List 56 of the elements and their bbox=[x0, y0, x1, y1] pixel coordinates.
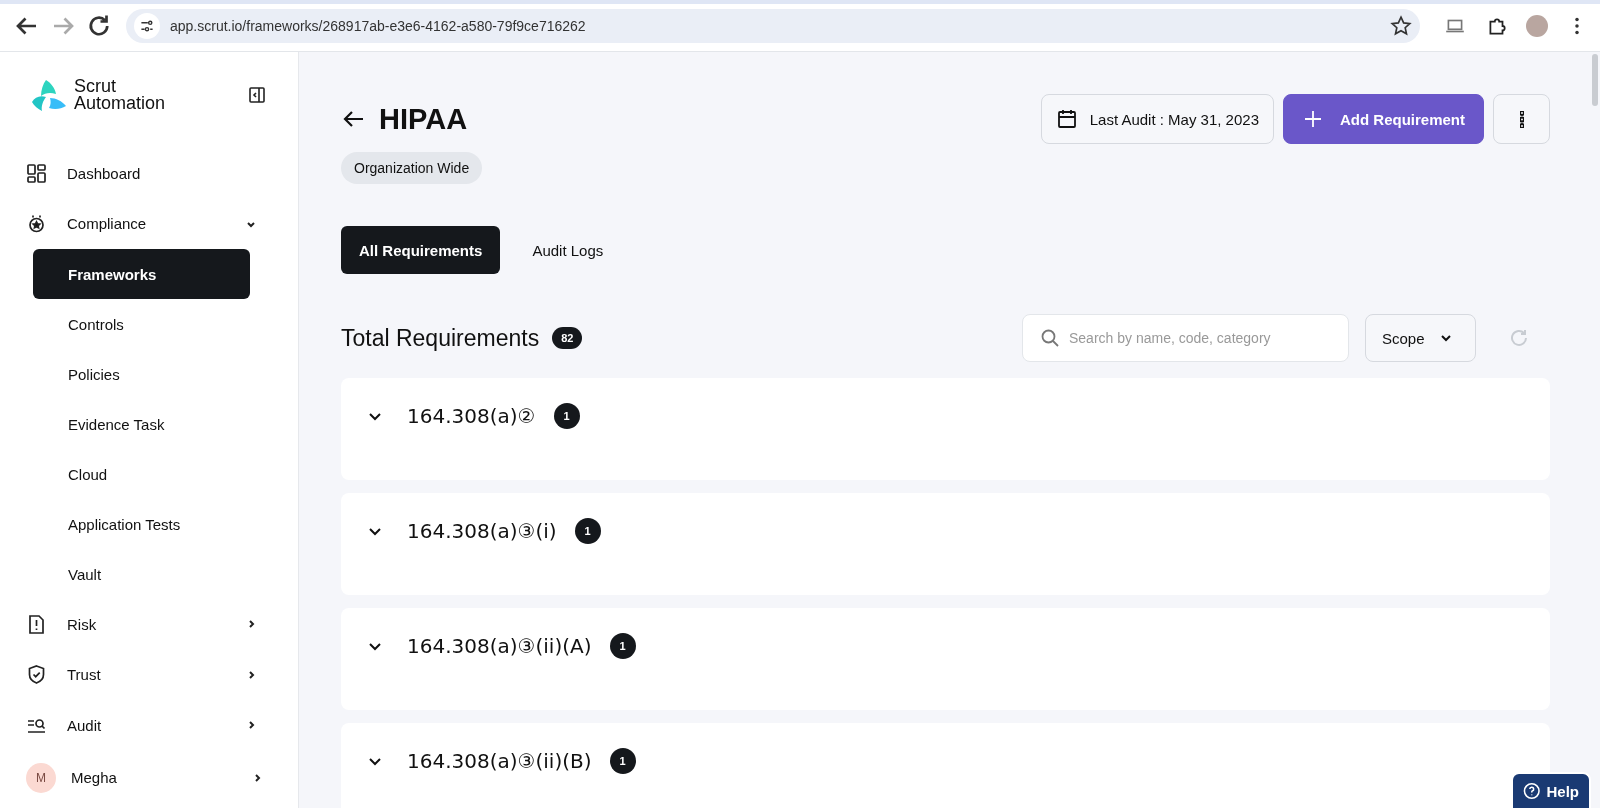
star-icon[interactable] bbox=[1390, 14, 1412, 37]
last-audit-button[interactable]: Last Audit : May 31, 2023 bbox=[1040, 94, 1274, 144]
sidebar-subitem[interactable]: Frameworks bbox=[33, 249, 250, 299]
scope-dropdown[interactable]: Scope bbox=[1365, 314, 1476, 362]
url-text: app.scrut.io/frameworks/268917ab-e3e6-4162-a580-79f9ce716262 bbox=[170, 17, 587, 34]
sidebar-item[interactable]: Audit bbox=[67, 716, 246, 734]
sidebar-subitem[interactable]: Cloud bbox=[33, 449, 250, 499]
sidebar-subitem[interactable]: Policies bbox=[33, 349, 250, 399]
sidebar-subitem[interactable]: Application Tests bbox=[33, 499, 250, 549]
requirement-card[interactable]: 164.308(a)③(ii)(A) 1 bbox=[341, 608, 1550, 710]
search-field[interactable]: Search by name, code, category bbox=[1022, 314, 1349, 362]
brand-name: Scrut Automation bbox=[74, 78, 167, 112]
help-icon bbox=[1523, 782, 1541, 800]
chevron-icon bbox=[252, 772, 262, 783]
user-avatar[interactable]: M bbox=[26, 762, 56, 793]
shield-icon bbox=[26, 664, 47, 686]
address-bar[interactable]: app.scrut.io/frameworks/268917ab-e3e6-4162-a580-79f9ce716262 bbox=[126, 8, 1420, 43]
help-button[interactable]: Help bbox=[1511, 772, 1591, 808]
sidebar-item[interactable]: Trust bbox=[67, 666, 246, 684]
sidebar-item[interactable]: Risk bbox=[67, 615, 246, 633]
sidebar-subitem[interactable]: Vault bbox=[33, 549, 250, 599]
more-icon bbox=[1519, 110, 1524, 128]
count-badge: 1 bbox=[553, 403, 580, 429]
page-title: HIPAA bbox=[379, 102, 468, 136]
chevron-icon bbox=[246, 720, 256, 731]
alert-icon bbox=[26, 613, 47, 635]
requirement-code: 164.308(a)② bbox=[407, 404, 536, 428]
section-title: Total Requirements bbox=[341, 324, 540, 352]
chevron-icon bbox=[246, 669, 256, 680]
count-badge: 82 bbox=[552, 327, 583, 349]
sidebar-subitem[interactable]: Evidence Task bbox=[33, 399, 250, 449]
add-requirement-button[interactable]: Add Requirement bbox=[1283, 94, 1484, 144]
sidebar-subitem[interactable]: Controls bbox=[33, 299, 250, 349]
sidebar-item[interactable]: Dashboard bbox=[67, 164, 256, 182]
tab[interactable]: Audit Logs bbox=[514, 226, 622, 274]
calendar-icon bbox=[1055, 108, 1078, 130]
user-name[interactable]: Megha bbox=[71, 769, 252, 786]
grid-icon bbox=[26, 162, 47, 184]
plus-icon bbox=[1302, 108, 1324, 130]
requirement-card[interactable]: 164.308(a)③(i) 1 bbox=[341, 493, 1550, 595]
chevron-icon bbox=[246, 619, 256, 630]
logo-icon bbox=[30, 78, 68, 112]
sidebar-collapse-icon[interactable] bbox=[248, 86, 266, 104]
requirement-card[interactable]: 164.308(a)② 1 bbox=[341, 378, 1550, 480]
search-icon bbox=[1040, 328, 1060, 348]
requirement-code: 164.308(a)③(ii)(A) bbox=[407, 634, 592, 658]
scope-tag: Organization Wide bbox=[341, 152, 483, 184]
count-badge: 1 bbox=[574, 518, 601, 544]
scrollbar[interactable] bbox=[1592, 54, 1598, 106]
tab[interactable]: All Requirements bbox=[341, 226, 501, 274]
count-badge: 1 bbox=[609, 633, 636, 659]
sidebar-item[interactable]: Compliance bbox=[67, 215, 246, 233]
requirement-code: 164.308(a)③(ii)(B) bbox=[407, 749, 592, 773]
medal-icon bbox=[26, 213, 47, 235]
count-badge: 1 bbox=[609, 748, 636, 774]
requirement-code: 164.308(a)③(i) bbox=[407, 519, 557, 543]
